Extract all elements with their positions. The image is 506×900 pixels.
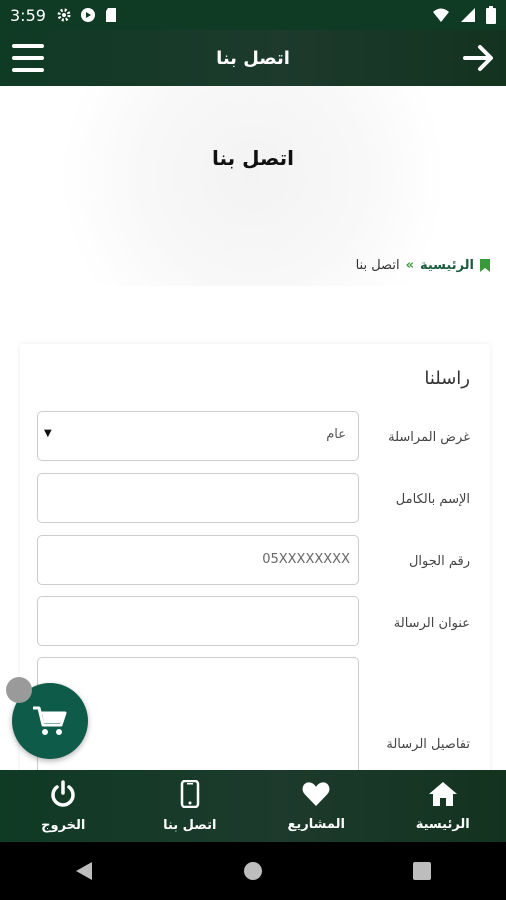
purpose-label: غرض المراسلة (388, 430, 470, 445)
power-icon (51, 779, 75, 807)
nav-label-logout: الخروج (41, 817, 86, 833)
fullname-input[interactable] (37, 473, 359, 523)
nav-label-projects: المشاريع (287, 816, 345, 832)
settings-icon (57, 8, 71, 22)
mobile-placeholder: 05XXXXXXXX (262, 552, 350, 567)
sd-card-icon (105, 8, 116, 22)
breadcrumb-home-link[interactable]: الرئيسية (420, 258, 474, 273)
signal-icon (461, 8, 475, 22)
bookmark-icon (480, 259, 490, 272)
cart-badge-dot (6, 677, 32, 703)
fullname-label: الإسم بالكامل (395, 492, 470, 507)
breadcrumb: الرئيسية » اتصل بنا (356, 258, 490, 273)
mobile-input[interactable]: 05XXXXXXXX (37, 535, 359, 585)
details-label: تفاصيل الرسالة (386, 737, 470, 752)
shopping-cart-icon (33, 706, 67, 735)
menu-button[interactable] (12, 44, 44, 72)
back-triangle-icon[interactable] (75, 861, 93, 881)
system-nav-bar (0, 842, 506, 900)
mobile-label: رقم الجوال (408, 554, 470, 569)
home-circle-icon[interactable] (243, 861, 263, 881)
nav-item-contact[interactable]: اتصل بنا (135, 779, 245, 833)
subject-input[interactable] (37, 596, 359, 646)
recents-square-icon[interactable] (413, 862, 431, 880)
arrow-right-icon[interactable] (462, 42, 496, 74)
heart-icon (302, 781, 330, 806)
bottom-nav: الخروج اتصل بنا المشاريع الرئيسية (0, 770, 506, 842)
status-time: 3:59 (10, 5, 46, 25)
breadcrumb-current: اتصل بنا (355, 258, 400, 273)
nav-item-home[interactable]: الرئيسية (388, 781, 498, 832)
phone-icon (180, 779, 199, 808)
nav-label-home: الرئيسية (415, 816, 470, 832)
purpose-select[interactable]: ▼ عام (37, 411, 359, 461)
status-bar: 3:59 (0, 0, 506, 30)
app-bar: اتصل بنا (0, 30, 506, 86)
nav-item-projects[interactable]: المشاريع (261, 781, 371, 832)
subject-label: عنوان الرسالة (393, 616, 470, 631)
contact-form-card: راسلنا غرض المراسلة ▼ عام الإسم بالكامل … (20, 344, 490, 787)
battery-icon (486, 6, 496, 24)
home-icon (428, 781, 457, 806)
nav-item-logout[interactable]: الخروج (8, 779, 118, 833)
purpose-select-value: عام (326, 427, 346, 442)
dropdown-arrow-icon: ▼ (44, 428, 52, 439)
wifi-icon (433, 8, 449, 22)
breadcrumb-separator: » (405, 258, 414, 273)
hero-banner: اتصل بنا (0, 86, 506, 286)
app-title: اتصل بنا (216, 47, 290, 69)
page-title: اتصل بنا (211, 146, 295, 170)
play-icon (80, 8, 95, 22)
form-title: راسلنا (424, 368, 470, 389)
nav-label-contact: اتصل بنا (163, 817, 217, 833)
menu-icon (12, 44, 44, 48)
